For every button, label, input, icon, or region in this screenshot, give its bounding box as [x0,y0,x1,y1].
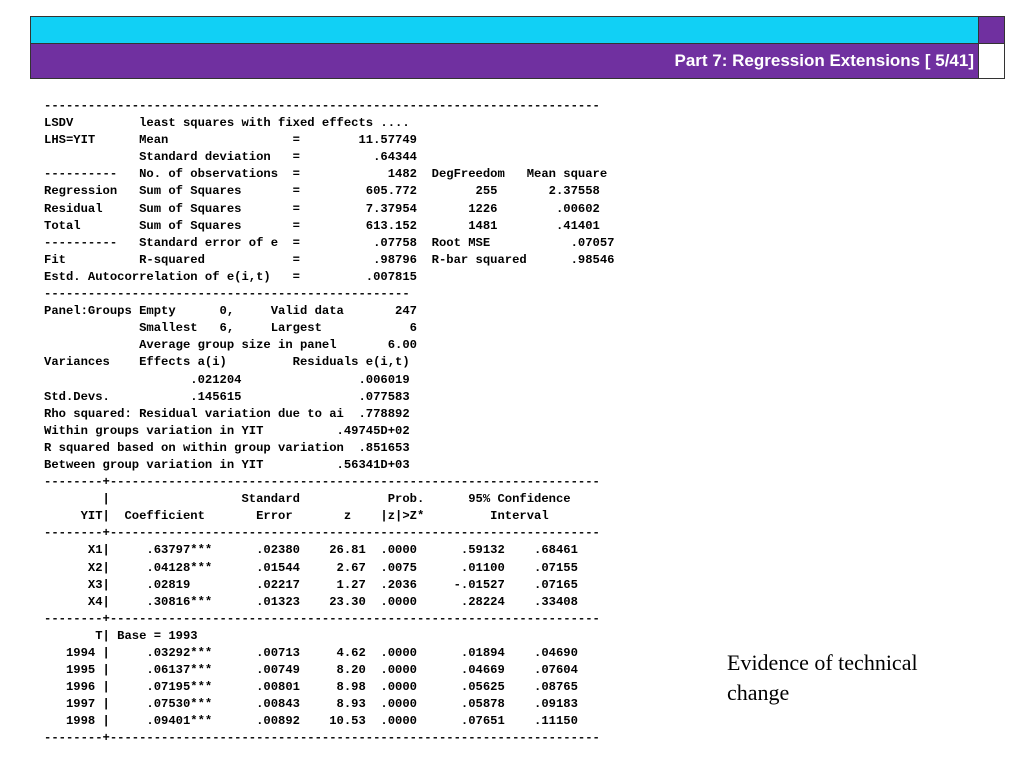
output-line: LSDV least squares with fixed effects ..… [44,116,410,131]
output-line: ---------- Standard error of e = .07758 … [44,235,615,250]
output-line: X3| .02819 .02217 1.27 .2036 -.01527 .07… [44,577,578,592]
output-line: --------+-------------------------------… [44,475,600,490]
output-line: 1997 | .07530*** .00843 8.93 .0000 .0587… [44,697,578,712]
header-corner-purple [978,16,1005,43]
output-line: X2| .04128*** .01544 2.67 .0075 .01100 .… [44,560,578,575]
output-line: Between group variation in YIT .56341D+0… [44,457,410,472]
output-line: ----------------------------------------… [44,99,600,113]
output-line: Regression Sum of Squares = 605.772 255 … [44,184,600,199]
header-title-bar: Part 7: Regression Extensions [ 5/41] [30,43,979,79]
annotation-line-1: Evidence of technical [727,650,918,675]
output-line: --------+-------------------------------… [44,526,600,541]
output-line: LHS=YIT Mean = 11.57749 [44,133,417,148]
header-top-bar [30,16,979,43]
output-line: Smallest 6, Largest 6 [44,321,417,336]
annotation-line-2: change [727,680,790,705]
regression-output: ----------------------------------------… [44,98,614,748]
slide-title: Part 7: Regression Extensions [ 5/41] [674,51,975,70]
output-line: Std.Devs. .145615 .077583 [44,389,410,404]
output-line: 1995 | .06137*** .00749 8.20 .0000 .0466… [44,663,578,678]
output-line: 1998 | .09401*** .00892 10.53 .0000 .076… [44,714,578,729]
output-line: --------+-------------------------------… [44,611,600,626]
output-line: Total Sum of Squares = 613.152 1481 .414… [44,218,600,233]
output-line: Panel:Groups Empty 0, Valid data 247 [44,304,417,319]
header-corner-white [978,43,1005,79]
output-line: YIT| Coefficient Error z |z|>Z* Interval [44,509,549,524]
output-line: Average group size in panel 6.00 [44,338,417,353]
output-line: T| Base = 1993 [44,628,198,643]
output-line: Variances Effects a(i) Residuals e(i,t) [44,355,410,370]
output-line: Rho squared: Residual variation due to a… [44,406,410,421]
output-line: Fit R-squared = .98796 R-bar squared .98… [44,252,615,267]
output-line: R squared based on within group variatio… [44,440,410,455]
output-line: 1994 | .03292*** .00713 4.62 .0000 .0189… [44,646,578,660]
output-line: 1996 | .07195*** .00801 8.98 .0000 .0562… [44,680,578,695]
annotation-note: Evidence of technical change [727,648,1007,708]
output-line: | Standard Prob. 95% Confidence [44,492,571,507]
output-line: .021204 .006019 [44,372,410,387]
output-line: Residual Sum of Squares = 7.37954 1226 .… [44,201,600,216]
output-line: Standard deviation = .64344 [44,150,417,165]
output-line: X1| .63797*** .02380 26.81 .0000 .59132 … [44,543,578,558]
output-line: ----------------------------------------… [44,287,410,302]
output-line: --------+-------------------------------… [44,731,600,746]
output-line: X4| .30816*** .01323 23.30 .0000 .28224 … [44,594,578,609]
output-line: Within groups variation in YIT .49745D+0… [44,423,410,438]
output-line: Estd. Autocorrelation of e(i,t) = .00781… [44,269,417,284]
output-line: ---------- No. of observations = 1482 De… [44,167,608,182]
